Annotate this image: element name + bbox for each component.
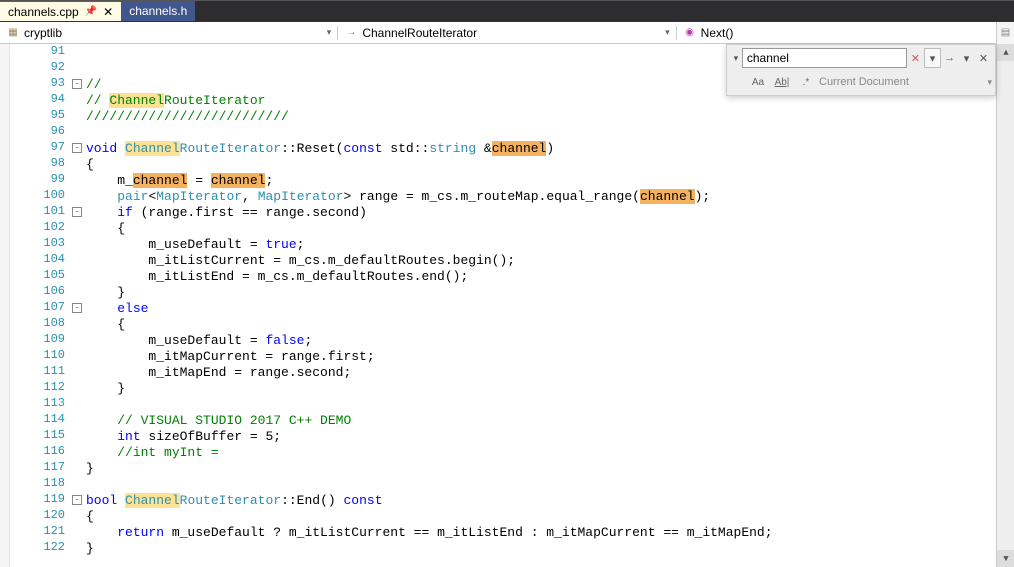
tab-channels-h[interactable]: channels.h	[121, 1, 195, 21]
outline-margin[interactable]: - - - - -	[70, 44, 86, 567]
code-area[interactable]: //// ChannelRouteIterator///////////////…	[86, 44, 1014, 567]
scroll-down-button[interactable]: ▼	[997, 550, 1014, 567]
project-icon: ▦	[6, 26, 20, 40]
find-panel: ▾ ✕ ▾ → ▾ ✕ Aa Ab| .* Current Document ▾	[726, 44, 996, 96]
member-label: Next()	[701, 26, 734, 40]
tab-label: channels.cpp	[8, 5, 79, 19]
fold-toggle[interactable]: -	[72, 143, 82, 153]
class-label: ChannelRouteIterator	[362, 26, 477, 40]
selection-margin	[0, 44, 10, 567]
pin-icon[interactable]: 📌	[85, 6, 97, 17]
clear-search-icon[interactable]: ✕	[907, 48, 924, 68]
tab-channels-cpp[interactable]: channels.cpp 📌 ✕	[0, 1, 121, 21]
fold-toggle[interactable]: -	[72, 79, 82, 89]
code-editor[interactable]: 9192939495969798991001011021031041051061…	[0, 44, 1014, 567]
match-case-toggle[interactable]: Aa	[747, 73, 769, 91]
chevron-down-icon: ▾	[665, 27, 670, 38]
chevron-down-icon: ▾	[987, 77, 992, 88]
class-icon: →	[344, 26, 358, 40]
find-next-icon[interactable]: →	[941, 48, 958, 68]
member-dropdown[interactable]: ◉ Next() ▾	[677, 26, 1014, 40]
close-icon[interactable]: ✕	[103, 5, 113, 19]
close-find-icon[interactable]: ✕	[975, 48, 992, 68]
scope-label: cryptlib	[24, 26, 62, 40]
tab-bar: channels.cpp 📌 ✕ channels.h	[0, 0, 1014, 22]
whole-word-toggle[interactable]: Ab|	[771, 73, 793, 91]
fold-toggle[interactable]: -	[72, 495, 82, 505]
search-history-dropdown[interactable]: ▾	[924, 48, 941, 68]
scroll-up-button[interactable]: ▲	[997, 44, 1014, 61]
fold-toggle[interactable]: -	[72, 303, 82, 313]
regex-toggle[interactable]: .*	[795, 73, 817, 91]
tab-label: channels.h	[129, 4, 187, 18]
navigation-bar: ▦ cryptlib ▾ → ChannelRouteIterator ▾ ◉ …	[0, 22, 1014, 44]
line-number-gutter: 9192939495969798991001011021031041051061…	[10, 44, 70, 567]
class-dropdown[interactable]: → ChannelRouteIterator ▾	[338, 26, 676, 40]
expand-replace-icon[interactable]: ▾	[730, 53, 742, 64]
vertical-scrollbar[interactable]: ▲ ▼	[996, 44, 1014, 567]
chevron-down-icon: ▾	[327, 27, 332, 38]
scope-dropdown[interactable]: ▦ cryptlib ▾	[0, 26, 338, 40]
find-options-dropdown[interactable]: ▾	[958, 48, 975, 68]
split-editor-button[interactable]: ▤	[996, 22, 1014, 44]
fold-toggle[interactable]: -	[72, 207, 82, 217]
scope-label: Current Document	[819, 76, 909, 88]
method-icon: ◉	[683, 26, 697, 40]
search-scope-dropdown[interactable]: Current Document ▾	[819, 76, 992, 88]
find-input[interactable]	[742, 48, 907, 68]
